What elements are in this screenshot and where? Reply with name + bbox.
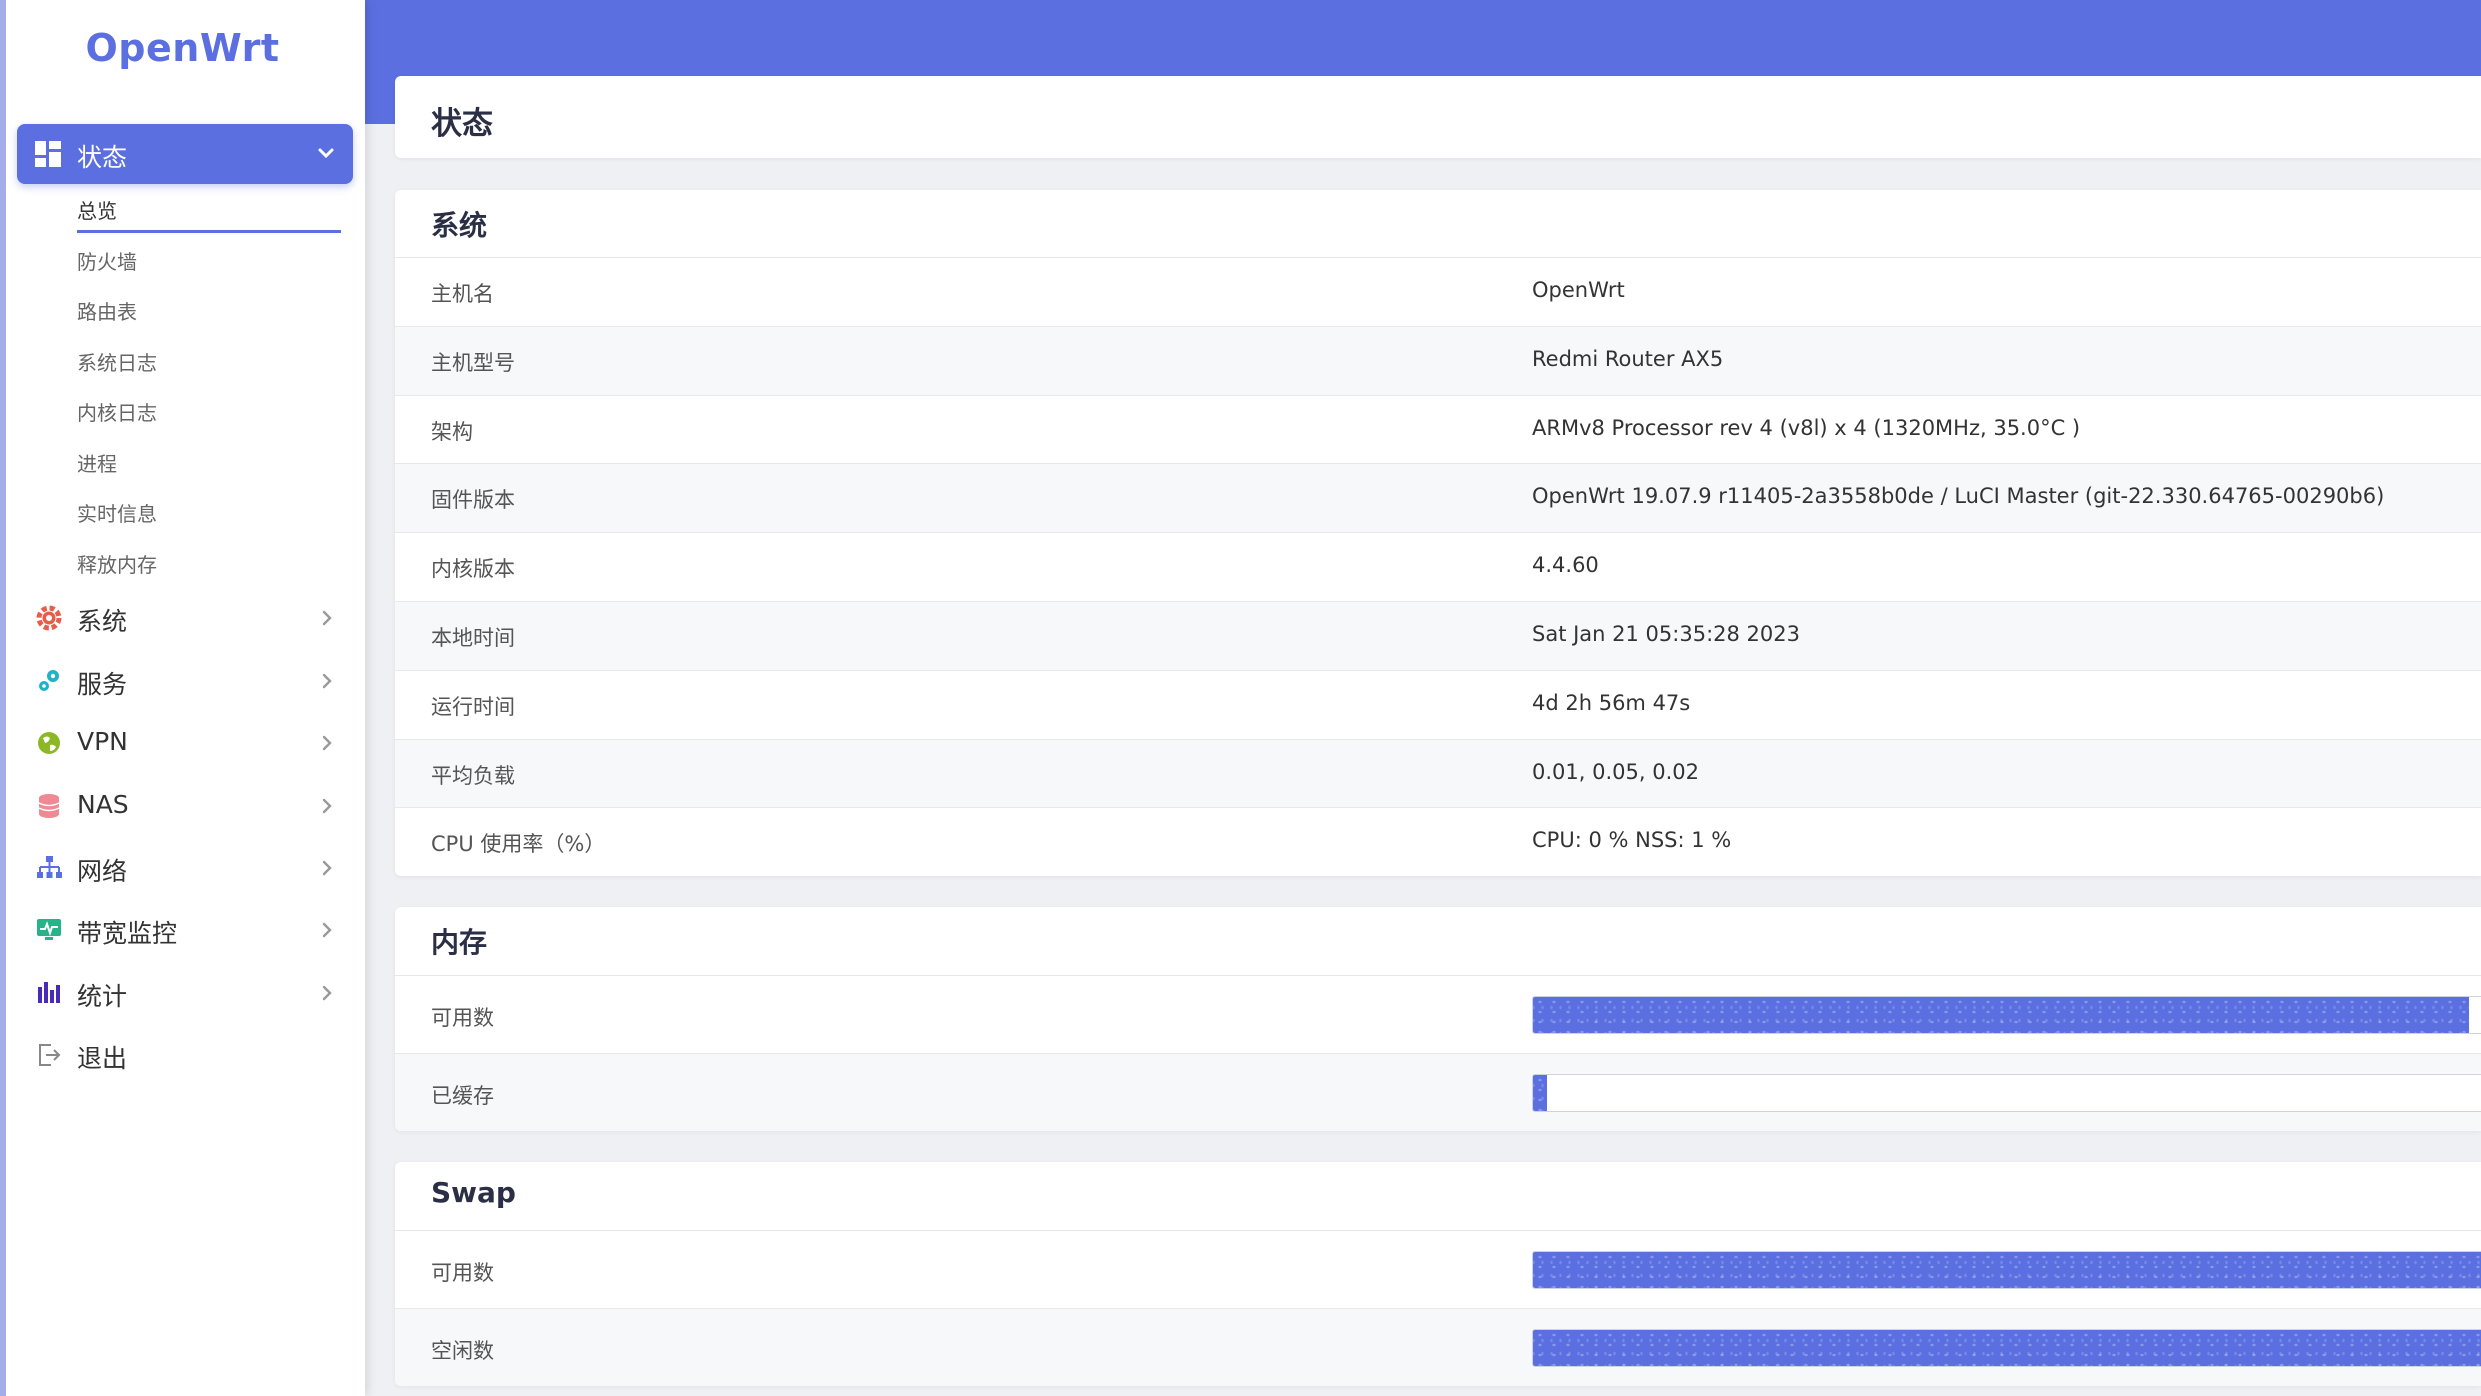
main-content: 状态 系统 主机名 OpenWrt 主机型号 Redmi Router AX5 … xyxy=(365,0,2481,1396)
sidebar-item-label: VPN xyxy=(77,727,128,756)
active-underline xyxy=(77,230,341,233)
sidebar-item-bandwidth-monitor[interactable]: 带宽监控 xyxy=(17,902,353,958)
row-label: 可用数 xyxy=(431,1006,494,1030)
sidebar-item-label: 系统 xyxy=(77,607,128,636)
memory-section: 内存 可用数 已缓存 xyxy=(395,907,2481,1131)
table-row: 主机名 OpenWrt xyxy=(395,257,2481,326)
row-label: 主机名 xyxy=(431,282,494,306)
app-logo[interactable]: OpenWrt xyxy=(0,26,365,70)
sidebar-item-label: NAS xyxy=(77,790,129,819)
section-title: Swap xyxy=(431,1176,516,1209)
sub-item-processes[interactable]: 进程 xyxy=(77,448,117,477)
sidebar-item-label: 服务 xyxy=(77,670,128,699)
table-row: CPU 使用率（%） CPU: 0 % NSS: 1 % xyxy=(395,807,2481,876)
row-label: 主机型号 xyxy=(431,351,515,375)
row-label: 平均负载 xyxy=(431,764,515,788)
sidebar-item-label: 带宽监控 xyxy=(77,919,178,948)
row-value: 4d 2h 56m 47s xyxy=(1532,691,1691,715)
progress-bar xyxy=(1532,996,2481,1034)
sub-item-realtime[interactable]: 实时信息 xyxy=(77,498,157,527)
dashboard-icon xyxy=(35,141,61,167)
progress-bar xyxy=(1532,1074,2481,1112)
sub-item-firewall[interactable]: 防火墙 xyxy=(77,246,137,275)
chevron-right-icon xyxy=(322,735,332,751)
table-row: 主机型号 Redmi Router AX5 xyxy=(395,326,2481,395)
table-row: 运行时间 4d 2h 56m 47s xyxy=(395,670,2481,739)
sub-item-routes[interactable]: 路由表 xyxy=(77,296,137,325)
row-label: 本地时间 xyxy=(431,626,515,650)
page-header-card: 状态 xyxy=(395,76,2481,158)
sidebar-item-logout[interactable]: 退出 xyxy=(17,1027,353,1083)
system-section: 系统 主机名 OpenWrt 主机型号 Redmi Router AX5 架构 … xyxy=(395,190,2481,876)
network-icon xyxy=(37,856,62,878)
row-label: 固件版本 xyxy=(431,488,515,512)
row-label: 空闲数 xyxy=(431,1339,494,1363)
section-title: 系统 xyxy=(431,209,488,242)
chevron-right-icon xyxy=(322,798,332,814)
chevron-right-icon xyxy=(322,673,332,689)
row-label: 内核版本 xyxy=(431,557,515,581)
sidebar-item-services[interactable]: 服务 xyxy=(17,653,353,709)
row-value: OpenWrt 19.07.9 r11405-2a3558b0de / LuCI… xyxy=(1532,484,2385,508)
globe-icon xyxy=(38,732,60,754)
table-row: 固件版本 OpenWrt 19.07.9 r11405-2a3558b0de /… xyxy=(395,463,2481,532)
progress-bar xyxy=(1532,1329,2481,1367)
progress-fill xyxy=(1533,1330,2481,1366)
progress-fill xyxy=(1533,1075,1548,1111)
table-row: 已缓存 xyxy=(395,1053,2481,1131)
row-value: OpenWrt xyxy=(1532,278,1625,302)
row-label: 已缓存 xyxy=(431,1084,494,1108)
sidebar-item-nas[interactable]: NAS xyxy=(17,778,353,834)
monitor-icon xyxy=(37,919,61,940)
swap-section: Swap 可用数 空闲数 xyxy=(395,1162,2481,1386)
sidebar-item-label: 状态 xyxy=(77,143,128,172)
row-label: 架构 xyxy=(431,420,473,444)
logout-icon xyxy=(39,1044,61,1066)
sub-item-free-memory[interactable]: 释放内存 xyxy=(77,549,157,578)
chevron-right-icon xyxy=(322,610,332,626)
sidebar: OpenWrt 状态 总览 防火墙 路由表 系统日志 内核日志 进程 实时信息 … xyxy=(0,0,365,1396)
sidebar-item-label: 网络 xyxy=(77,857,128,886)
table-row: 架构 ARMv8 Processor rev 4 (v8l) x 4 (1320… xyxy=(395,395,2481,464)
sidebar-item-status[interactable]: 状态 xyxy=(17,124,353,184)
row-value: CPU: 0 % NSS: 1 % xyxy=(1532,828,1732,852)
sub-item-kernel-log[interactable]: 内核日志 xyxy=(77,397,157,426)
sidebar-item-network[interactable]: 网络 xyxy=(17,840,353,896)
table-row: 本地时间 Sat Jan 21 05:35:28 2023 xyxy=(395,601,2481,670)
row-label: CPU 使用率（%） xyxy=(431,832,606,856)
chevron-right-icon xyxy=(322,860,332,876)
row-value: 0.01, 0.05, 0.02 xyxy=(1532,760,1699,784)
sub-item-syslog[interactable]: 系统日志 xyxy=(77,347,157,376)
database-icon xyxy=(38,794,60,818)
sidebar-item-statistics[interactable]: 统计 xyxy=(17,965,353,1021)
section-title: 内存 xyxy=(431,926,488,959)
row-label: 可用数 xyxy=(431,1261,494,1285)
sidebar-item-vpn[interactable]: VPN xyxy=(17,715,353,771)
sidebar-item-system[interactable]: 系统 xyxy=(17,590,353,646)
table-row: 内核版本 4.4.60 xyxy=(395,532,2481,601)
sidebar-item-label: 退出 xyxy=(77,1044,128,1073)
table-row: 空闲数 xyxy=(395,1308,2481,1386)
services-icon xyxy=(39,670,59,691)
table-row: 可用数 xyxy=(395,975,2481,1054)
table-row: 平均负载 0.01, 0.05, 0.02 xyxy=(395,739,2481,808)
row-value: ARMv8 Processor rev 4 (v8l) x 4 (1320MHz… xyxy=(1532,416,2081,440)
gear-icon xyxy=(36,605,62,631)
sidebar-edge xyxy=(0,0,6,1396)
row-label: 运行时间 xyxy=(431,695,515,719)
row-value: 4.4.60 xyxy=(1532,553,1599,577)
sub-item-overview[interactable]: 总览 xyxy=(77,195,117,224)
chevron-right-icon xyxy=(322,985,332,1001)
chevron-right-icon xyxy=(322,922,332,938)
sidebar-item-label: 统计 xyxy=(77,982,128,1011)
chevron-down-icon xyxy=(318,148,334,159)
bar-chart-icon xyxy=(38,982,60,1003)
progress-fill xyxy=(1533,997,2469,1033)
progress-bar xyxy=(1532,1251,2481,1289)
table-row: 可用数 xyxy=(395,1230,2481,1309)
page-title: 状态 xyxy=(431,106,493,142)
row-value: Redmi Router AX5 xyxy=(1532,347,1724,371)
row-value: Sat Jan 21 05:35:28 2023 xyxy=(1532,622,1800,646)
progress-fill xyxy=(1533,1252,2481,1288)
